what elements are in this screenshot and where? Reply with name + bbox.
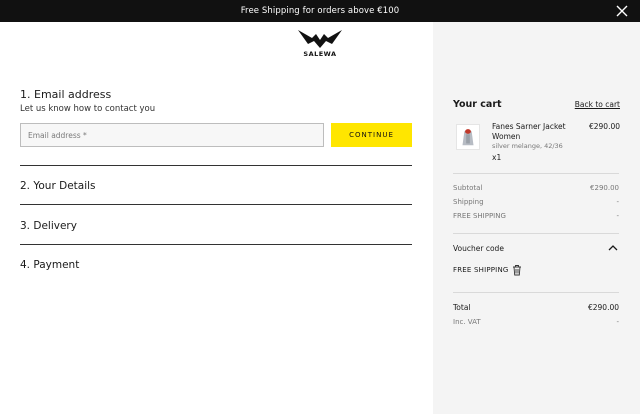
cart-title: Your cart xyxy=(453,99,502,110)
cart-divider xyxy=(453,173,619,174)
shipping-value: - xyxy=(616,198,619,206)
email-step: 1. Email address Let us know how to cont… xyxy=(20,88,412,114)
subtotal-row: Subtotal €290.00 xyxy=(453,184,619,192)
free-shipping-value: - xyxy=(616,212,619,220)
email-form: CONTINUE xyxy=(20,123,412,147)
step-divider xyxy=(20,204,412,205)
close-icon[interactable] xyxy=(616,5,628,17)
vat-label: Inc. VAT xyxy=(453,318,481,326)
product-quantity: x1 xyxy=(492,153,502,162)
step-your-details[interactable]: 2. Your Details xyxy=(20,180,96,192)
trash-icon[interactable] xyxy=(512,264,522,276)
total-row: Total €290.00 xyxy=(453,303,619,312)
email-input[interactable] xyxy=(20,123,324,147)
product-name: Fanes Sarner Jacket Women xyxy=(492,122,566,141)
shipping-row: Shipping - xyxy=(453,198,619,206)
shipping-banner: Free Shipping for orders above €100 xyxy=(0,0,640,22)
banner-text: Free Shipping for orders above €100 xyxy=(240,6,400,16)
voucher-title[interactable]: Voucher code xyxy=(453,244,504,253)
email-step-title: 1. Email address xyxy=(20,88,112,101)
product-price: €290.00 xyxy=(588,122,620,131)
total-label: Total xyxy=(453,303,471,312)
free-shipping-label: FREE SHIPPING xyxy=(453,212,506,220)
total-value: €290.00 xyxy=(587,303,619,312)
applied-voucher-code: FREE SHIPPING xyxy=(453,266,509,274)
email-step-subtitle: Let us know how to contact you xyxy=(20,104,156,114)
step-payment[interactable]: 4. Payment xyxy=(20,259,79,271)
cart-divider xyxy=(453,292,619,293)
subtotal-label: Subtotal xyxy=(453,184,483,192)
vat-value: - xyxy=(616,318,619,326)
free-shipping-row: FREE SHIPPING - xyxy=(453,212,619,220)
shipping-label: Shipping xyxy=(453,198,484,206)
step-divider xyxy=(20,244,412,245)
cart-divider xyxy=(453,233,619,234)
product-variant: silver melange, 42/36 xyxy=(492,142,563,150)
step-divider xyxy=(20,165,412,166)
product-image xyxy=(456,124,480,150)
vat-row: Inc. VAT - xyxy=(453,318,619,326)
salewa-logo[interactable]: SALEWA xyxy=(296,28,344,58)
subtotal-value: €290.00 xyxy=(590,184,619,192)
continue-button[interactable]: CONTINUE xyxy=(331,123,412,147)
chevron-up-icon[interactable] xyxy=(608,244,618,252)
svg-text:SALEWA: SALEWA xyxy=(303,50,336,58)
step-delivery[interactable]: 3. Delivery xyxy=(20,220,77,232)
back-to-cart-link[interactable]: Back to cart xyxy=(575,100,620,109)
